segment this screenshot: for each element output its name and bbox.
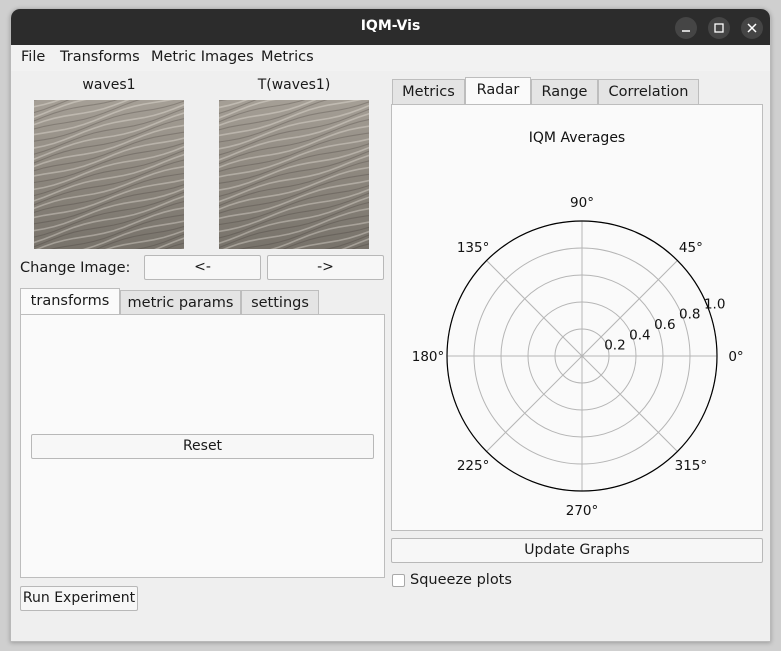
squeeze-plots-label: Squeeze plots	[410, 572, 512, 588]
angular-grid-line	[486, 355, 583, 452]
radar-panel: IQM Averages 0° 45° 90° 135° 180° 225° 270° 315…	[391, 104, 763, 531]
menu-file[interactable]: File	[21, 49, 45, 65]
change-image-label: Change Image:	[20, 260, 131, 276]
title-bar: IQM-Vis	[11, 9, 770, 45]
radar-chart: IQM Averages 0° 45° 90° 135° 180° 225° 270° 315…	[412, 130, 744, 519]
tab-settings[interactable]: settings	[241, 290, 319, 315]
angle-tick-label: 315°	[675, 458, 708, 474]
tab-range[interactable]: Range	[531, 79, 598, 104]
transformed-image-label: T(waves1)	[257, 77, 331, 93]
close-icon	[747, 23, 757, 33]
maximize-button[interactable]	[708, 17, 730, 39]
menu-bar: File Transforms Metric Images Metrics	[11, 45, 770, 71]
angle-tick-label: 45°	[679, 240, 703, 256]
angle-tick-label: 90°	[570, 195, 594, 211]
squeeze-plots-checkbox[interactable]	[392, 574, 405, 587]
tab-radar[interactable]: Radar	[465, 77, 531, 104]
run-experiment-button[interactable]: Run Experiment	[20, 586, 138, 611]
menu-metrics[interactable]: Metrics	[261, 49, 314, 65]
angle-tick-label: 0°	[728, 349, 743, 365]
previous-image-button[interactable]: <-	[144, 255, 261, 280]
angular-grid-line	[486, 260, 583, 357]
angle-tick-label: 180°	[412, 349, 445, 365]
transforms-panel: Reset	[20, 314, 385, 578]
tab-metric-params[interactable]: metric params	[120, 290, 241, 315]
tab-transforms[interactable]: transforms	[20, 288, 120, 315]
angular-grid-line	[581, 355, 678, 452]
app-window: IQM-Vis File Transforms Metric Images Me…	[10, 8, 771, 642]
tab-metrics[interactable]: Metrics	[392, 79, 465, 104]
reference-image-label: waves1	[82, 77, 136, 93]
window-title: IQM-Vis	[360, 18, 421, 34]
transformed-image	[219, 100, 369, 249]
menu-transforms[interactable]: Transforms	[60, 49, 140, 65]
angle-tick-label: 225°	[457, 458, 490, 474]
chart-title: IQM Averages	[529, 130, 625, 146]
reset-button[interactable]: Reset	[31, 434, 374, 459]
maximize-icon	[714, 23, 724, 33]
angle-tick-label: 135°	[457, 240, 490, 256]
reference-image	[34, 100, 184, 249]
radial-tick-label: 0.2	[604, 338, 625, 354]
menu-metric-images[interactable]: Metric Images	[151, 49, 254, 65]
next-image-button[interactable]: ->	[267, 255, 384, 280]
tab-correlation[interactable]: Correlation	[598, 79, 699, 104]
minimize-button[interactable]	[675, 17, 697, 39]
close-button[interactable]	[741, 17, 763, 39]
minimize-icon	[682, 30, 690, 32]
radial-tick-label: 1.0	[704, 296, 725, 312]
radial-tick-label: 0.4	[629, 327, 650, 343]
radial-tick-label: 0.6	[654, 317, 675, 333]
update-graphs-button[interactable]: Update Graphs	[391, 538, 763, 563]
radial-tick-label: 0.8	[679, 307, 700, 323]
angle-tick-label: 270°	[566, 503, 599, 519]
